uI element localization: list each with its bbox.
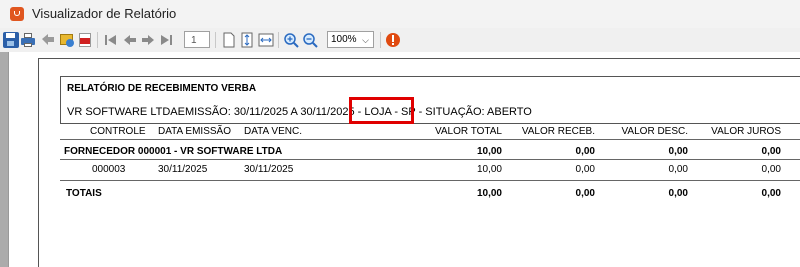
fit-height-icon[interactable] <box>239 32 255 48</box>
totals-valor-total: 10,00 <box>476 188 502 199</box>
row-data-emissao: 30/11/2025 <box>158 164 208 175</box>
col-valor-total: VALOR TOTAL <box>434 126 502 137</box>
col-valor-desc: VALOR DESC. <box>621 126 689 137</box>
export-icon[interactable] <box>59 32 75 48</box>
col-controle: CONTROLE <box>90 126 146 137</box>
window-title: Visualizador de Relatório <box>32 6 177 21</box>
zoom-value: 100% <box>331 34 357 45</box>
previous-page-icon[interactable] <box>122 32 138 48</box>
col-data-venc: DATA VENC. <box>244 126 302 137</box>
back-icon[interactable] <box>40 32 56 48</box>
group-valor-total: 10,00 <box>476 146 502 157</box>
first-page-icon[interactable] <box>103 32 119 48</box>
zoom-out-icon[interactable] <box>302 32 318 48</box>
row-valor-receb: 0,00 <box>575 164 595 175</box>
page-margin-top <box>38 58 800 59</box>
zoom-select[interactable]: 100% ⌵ <box>327 31 374 48</box>
group-label: FORNECEDOR 000001 - VR SOFTWARE LTDA <box>64 146 283 157</box>
chevron-down-icon: ⌵ <box>362 35 369 45</box>
totals-valor-juros: 0,00 <box>761 188 781 199</box>
row-valor-total: 10,00 <box>476 164 502 175</box>
report-subtitle: VR SOFTWARE LTDAEMISSÃO: 30/11/2025 A 30… <box>67 106 532 118</box>
row-valor-desc: 0,00 <box>668 164 688 175</box>
col-valor-juros: VALOR JUROS <box>711 126 781 137</box>
col-valor-receb: VALOR RECEB. <box>521 126 595 137</box>
totals-valor-desc: 0,00 <box>668 188 688 199</box>
row-controle: 000003 <box>92 164 126 175</box>
totals-valor-receb: 0,00 <box>575 188 595 199</box>
group-valor-desc: 0,00 <box>668 146 688 157</box>
page-number-input[interactable]: 1 <box>184 31 210 48</box>
report-title: RELATÓRIO DE RECEBIMENTO VERBA <box>67 83 257 94</box>
group-valor-receb: 0,00 <box>575 146 595 157</box>
close-report-icon[interactable] <box>385 32 401 48</box>
totals-label: TOTAIS <box>66 188 102 199</box>
last-page-icon[interactable] <box>158 32 174 48</box>
toolbar: 1 100% ⌵ <box>0 28 800 52</box>
header-divider <box>60 139 800 140</box>
next-page-icon[interactable] <box>140 32 156 48</box>
col-data-emissao: DATA EMISSÃO <box>158 126 231 137</box>
row-divider <box>60 180 800 181</box>
single-page-icon[interactable] <box>221 32 237 48</box>
highlight-box <box>349 97 414 124</box>
zoom-in-icon[interactable] <box>283 32 299 48</box>
subtitle-status: - SITUAÇÃO: ABERTO <box>418 106 532 118</box>
fit-width-icon[interactable] <box>258 32 274 48</box>
title-bar: Visualizador de Relatório <box>0 0 800 28</box>
app-icon <box>10 7 24 21</box>
group-valor-juros: 0,00 <box>761 146 781 157</box>
save-icon[interactable] <box>3 32 19 48</box>
page-margin-left <box>38 58 39 267</box>
print-icon[interactable] <box>20 32 36 48</box>
pdf-icon[interactable] <box>77 32 93 48</box>
group-divider <box>60 159 800 160</box>
row-valor-juros: 0,00 <box>761 164 781 175</box>
row-data-venc: 30/11/2025 <box>244 164 294 175</box>
subtitle-prefix: VR SOFTWARE LTDAEMISSÃO: 30/11/2025 A 30… <box>67 106 355 118</box>
